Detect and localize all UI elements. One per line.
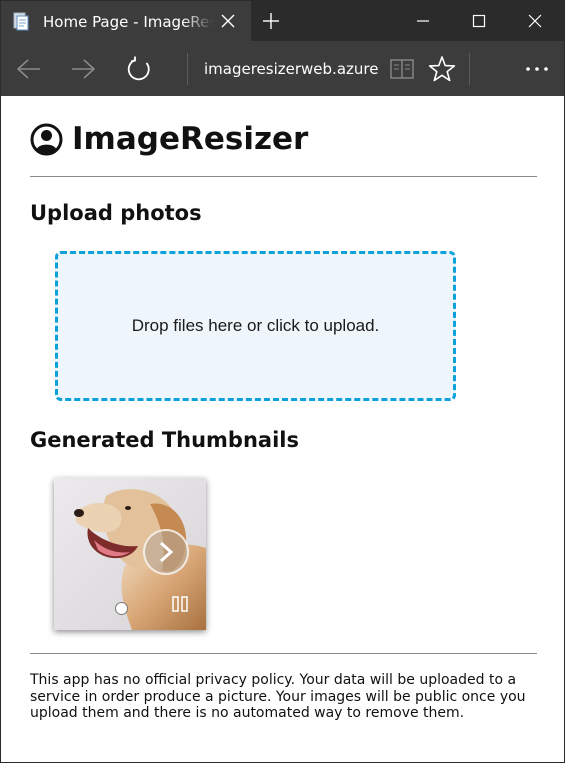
title-bar: Home Page - ImageResizer	[1, 1, 564, 41]
site-brand[interactable]: ImageResizer	[30, 119, 308, 159]
upload-heading: Upload photos	[30, 201, 202, 225]
dropzone-message: Drop files here or click to upload.	[131, 316, 380, 335]
book-icon	[390, 59, 414, 79]
divider	[30, 653, 537, 654]
favorite-button[interactable]	[426, 53, 458, 85]
navigation-bar: imageresizerweb.azure	[1, 41, 564, 96]
arrow-left-icon	[16, 59, 40, 79]
close-window-button[interactable]	[507, 1, 563, 41]
upload-dropzone[interactable]: Drop files here or click to upload.	[55, 251, 456, 401]
minimize-button[interactable]	[395, 1, 451, 41]
divider	[30, 176, 537, 177]
forward-button[interactable]	[67, 53, 99, 85]
close-icon	[528, 14, 542, 28]
close-icon[interactable]	[219, 12, 237, 30]
toolbar-divider	[469, 53, 470, 85]
plus-icon[interactable]	[261, 11, 281, 31]
more-button[interactable]	[521, 53, 553, 85]
star-icon	[428, 56, 456, 82]
address-bar[interactable]: imageresizerweb.azure	[204, 59, 379, 79]
pause-icon[interactable]	[171, 596, 189, 612]
play-icon[interactable]	[143, 529, 189, 575]
maximize-button[interactable]	[451, 1, 507, 41]
chevron-right-icon	[159, 541, 174, 563]
browser-tab[interactable]: Home Page - ImageResizer	[1, 1, 251, 41]
minimize-icon	[417, 20, 429, 22]
arrow-right-icon	[72, 59, 96, 79]
user-circle-icon	[30, 123, 63, 155]
site-title: ImageResizer	[72, 121, 309, 157]
back-button[interactable]	[13, 53, 45, 85]
indicator-dot[interactable]	[115, 602, 128, 615]
refresh-button[interactable]	[123, 53, 155, 85]
reading-view-button[interactable]	[386, 53, 418, 85]
privacy-note: This app has no official privacy policy.…	[30, 672, 526, 721]
toolbar-divider	[187, 53, 188, 85]
refresh-icon	[127, 56, 150, 81]
tab-title: Home Page - ImageResizer	[43, 13, 213, 31]
page-icon	[13, 12, 29, 31]
ellipsis-icon	[526, 67, 548, 71]
thumbnails-heading: Generated Thumbnails	[30, 428, 299, 452]
maximize-icon	[472, 14, 486, 28]
